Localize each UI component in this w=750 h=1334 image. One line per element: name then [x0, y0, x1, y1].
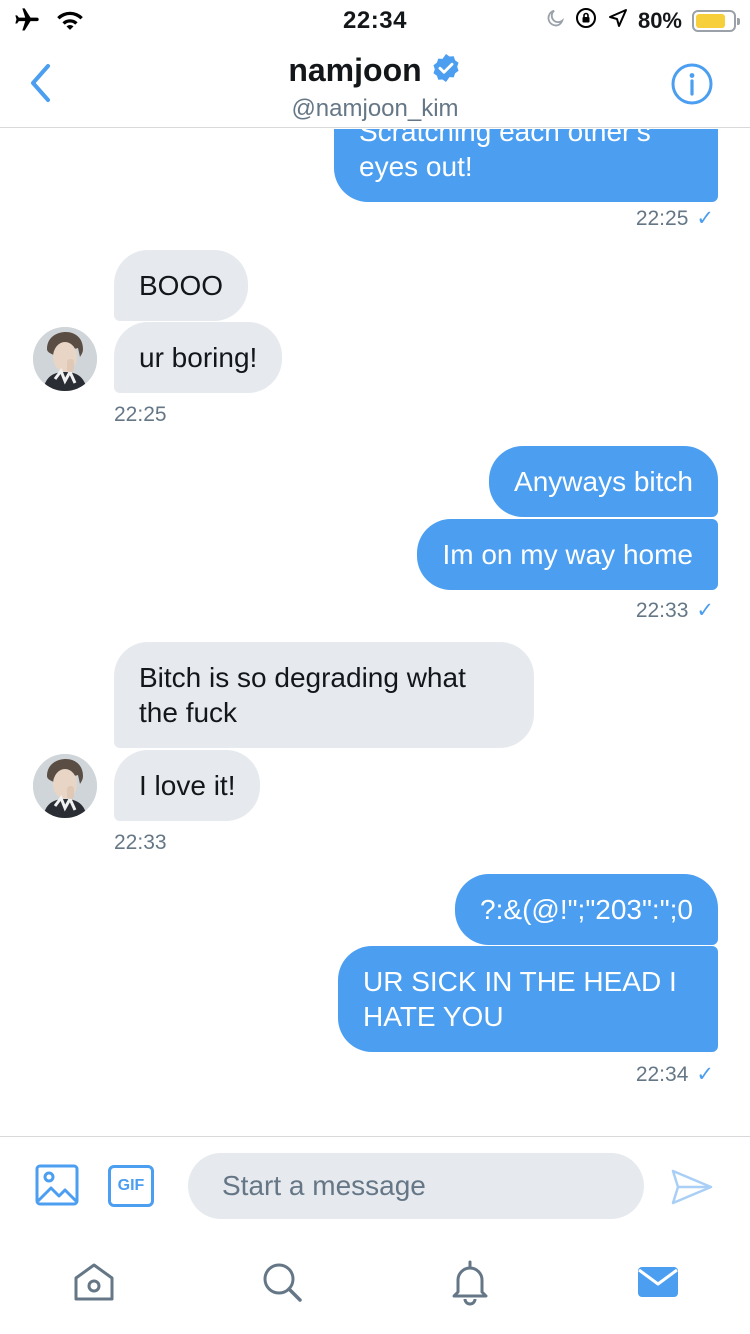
send-button[interactable]	[670, 1165, 714, 1209]
message-bubble-received[interactable]: Bitch is so degrading what the fuck	[114, 642, 534, 748]
contact-name: namjoon	[288, 52, 422, 88]
bell-icon	[452, 1260, 488, 1306]
message-bubble-received[interactable]: I love it!	[114, 750, 261, 821]
mail-icon	[638, 1267, 678, 1297]
send-icon	[671, 1169, 713, 1205]
moon-icon	[546, 8, 565, 34]
status-bar-right: 80%	[546, 6, 740, 36]
info-button[interactable]	[670, 62, 714, 106]
rotation-lock-icon	[574, 6, 598, 36]
battery-level	[696, 14, 725, 28]
message-list[interactable]: Scratching each other's eyes out! 22:25 ✓…	[0, 129, 750, 1135]
message-bubble-sent[interactable]: Scratching each other's eyes out!	[334, 129, 718, 202]
avatar[interactable]	[33, 327, 97, 391]
checkmark-icon: ✓	[696, 1063, 714, 1086]
message-timestamp: 22:33	[114, 831, 167, 854]
status-bar: 22:34 80%	[0, 0, 750, 40]
message-bubble-sent[interactable]: Anyways bitch	[489, 446, 718, 517]
home-icon	[74, 1263, 114, 1301]
battery-icon	[692, 10, 740, 32]
message-composer: GIF	[0, 1136, 750, 1238]
message-timestamp: 22:25 ✓	[635, 207, 714, 230]
message-bubble-sent[interactable]: UR SICK IN THE HEAD I HATE YOU	[338, 946, 718, 1052]
location-arrow-icon	[608, 8, 628, 34]
battery-percent: 80%	[637, 8, 682, 33]
contact-handle: @namjoon_kim	[291, 95, 459, 122]
message-bubble-received[interactable]: BOOO	[114, 250, 249, 321]
tab-home[interactable]	[70, 1258, 118, 1306]
tab-notifications[interactable]	[446, 1258, 494, 1306]
gif-button[interactable]: GIF	[108, 1165, 154, 1207]
conversation-header: namjoon @namjoon_kim	[0, 40, 750, 128]
verified-badge-icon	[430, 52, 462, 89]
message-bubble-received[interactable]: ur boring!	[114, 322, 283, 393]
search-icon	[263, 1263, 302, 1302]
conversation-title: namjoon @namjoon_kim	[0, 52, 750, 123]
message-bubble-sent[interactable]: ?:&(@!";"203":";0	[455, 874, 718, 945]
message-timestamp: 22:33 ✓	[635, 599, 714, 622]
checkmark-icon: ✓	[696, 599, 714, 622]
info-icon	[671, 63, 713, 105]
add-image-button[interactable]	[35, 1163, 79, 1207]
message-timestamp: 22:34 ✓	[635, 1063, 714, 1086]
message-input[interactable]	[188, 1153, 644, 1219]
tab-bar	[0, 1238, 750, 1334]
image-icon	[35, 1164, 79, 1206]
checkmark-icon: ✓	[696, 207, 714, 230]
message-bubble-sent[interactable]: Im on my way home	[417, 519, 718, 590]
tab-search[interactable]	[258, 1258, 306, 1306]
tab-messages[interactable]	[634, 1258, 682, 1306]
message-timestamp: 22:25	[114, 403, 167, 426]
avatar[interactable]	[33, 754, 97, 818]
